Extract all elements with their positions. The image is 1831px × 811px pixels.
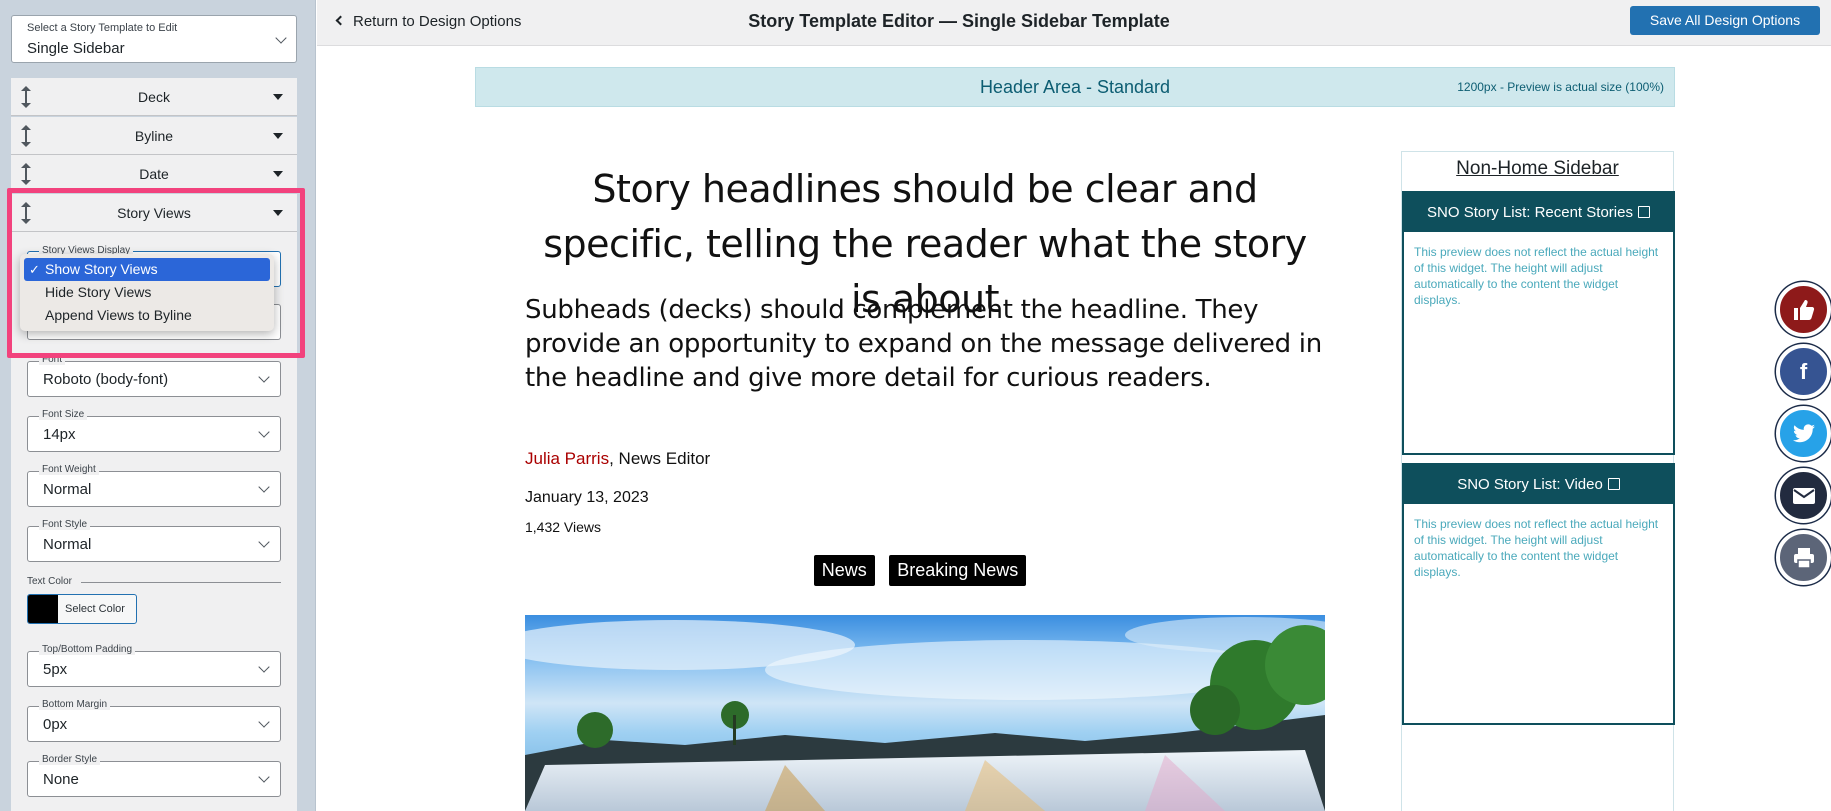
widget-note: This preview does not reflect the actual… — [1414, 517, 1659, 579]
chevron-down-icon — [258, 481, 270, 493]
template-select-label: Select a Story Template to Edit — [27, 22, 178, 34]
bottom-margin-value: 0px — [43, 716, 68, 733]
accordion-deck[interactable]: Deck — [11, 78, 297, 116]
font-size-select[interactable]: Font Size 14px — [27, 409, 281, 452]
author-role: , News Editor — [609, 449, 711, 468]
caret-down-icon — [273, 133, 283, 139]
highlight-frame — [7, 188, 305, 358]
template-select-value: Single Sidebar — [27, 40, 125, 57]
chevron-down-icon — [275, 32, 287, 44]
color-swatch — [28, 595, 58, 623]
border-style-select[interactable]: Border Style None — [27, 754, 281, 797]
external-link-icon[interactable] — [1607, 478, 1620, 490]
widget-title: SNO Story List: Recent Stories — [1427, 204, 1633, 221]
editor-sidebar: Select a Story Template to Edit Single S… — [0, 0, 316, 811]
top-bar: Return to Design Options Story Template … — [317, 0, 1831, 46]
header-area-preview: Header Area - Standard 1200px - Preview … — [475, 67, 1675, 107]
external-link-icon[interactable] — [1637, 206, 1650, 218]
font-weight-value: Normal — [43, 481, 92, 498]
twitter-icon[interactable] — [1776, 406, 1831, 461]
non-home-sidebar: Non-Home Sidebar SNO Story List: Recent … — [1401, 151, 1675, 811]
chevron-down-icon — [258, 661, 270, 673]
select-color-button[interactable]: Select Color — [27, 594, 137, 624]
widget-recent-stories[interactable]: SNO Story List: Recent Stories This prev… — [1402, 191, 1675, 455]
tag-news[interactable]: News — [813, 555, 875, 586]
border-style-label: Border Style — [39, 754, 101, 765]
facebook-icon[interactable]: f — [1776, 344, 1831, 399]
story-byline: Julia Parris, News Editor — [525, 449, 710, 469]
caret-down-icon — [273, 94, 283, 100]
chevron-down-icon — [258, 536, 270, 548]
story-views: 1,432 Views — [525, 519, 602, 535]
chevron-down-icon — [258, 371, 270, 383]
bottom-margin-label: Bottom Margin — [39, 699, 111, 710]
widget-note: This preview does not reflect the actual… — [1414, 245, 1659, 307]
font-weight-select[interactable]: Font Weight Normal — [27, 464, 281, 507]
preview-size-note: 1200px - Preview is actual size (100%) — [1457, 80, 1664, 94]
widget-header[interactable]: SNO Story List: Recent Stories — [1404, 193, 1673, 232]
font-size-label: Font Size — [39, 409, 88, 420]
font-value: Roboto (body-font) — [43, 371, 169, 388]
caret-down-icon — [273, 171, 283, 177]
page-title: Story Template Editor — Single Sidebar T… — [748, 11, 1170, 31]
template-select[interactable]: Select a Story Template to Edit Single S… — [11, 15, 297, 63]
tag-breaking-news[interactable]: Breaking News — [889, 555, 1027, 586]
font-weight-label: Font Weight — [39, 464, 99, 475]
story-featured-image — [525, 615, 1325, 811]
font-select[interactable]: Font Roboto (body-font) — [27, 354, 281, 397]
bottom-margin-select[interactable]: Bottom Margin 0px — [27, 699, 281, 742]
accordion-byline-label: Byline — [134, 128, 174, 144]
envelope-icon[interactable] — [1776, 468, 1831, 523]
top-bottom-padding-label: Top/Bottom Padding — [39, 644, 136, 655]
chevron-down-icon — [258, 716, 270, 728]
story-date: January 13, 2023 — [525, 489, 649, 506]
accordion-deck-label: Deck — [138, 89, 170, 105]
border-style-value: None — [43, 771, 79, 788]
print-icon[interactable] — [1776, 530, 1831, 585]
accordion-date-label: Date — [139, 166, 169, 182]
waterfall-image — [525, 617, 1325, 811]
top-bottom-padding-value: 5px — [43, 661, 68, 678]
widget-video[interactable]: SNO Story List: Video This preview does … — [1402, 463, 1675, 725]
story-deck: Subheads (decks) should complement the h… — [525, 295, 1322, 393]
author-link[interactable]: Julia Parris — [525, 449, 609, 468]
widget-header[interactable]: SNO Story List: Video — [1404, 465, 1673, 504]
top-bottom-padding-select[interactable]: Top/Bottom Padding 5px — [27, 644, 281, 687]
chevron-down-icon — [258, 771, 270, 783]
thumbs-up-icon[interactable] — [1776, 282, 1831, 337]
chevron-down-icon — [258, 426, 270, 438]
font-style-label: Font Style — [39, 519, 91, 530]
select-color-label: Select Color — [65, 603, 125, 615]
font-size-value: 14px — [43, 426, 76, 443]
accordion-byline[interactable]: Byline — [11, 117, 297, 155]
widget-title: SNO Story List: Video — [1457, 476, 1603, 493]
sidebar-title: Non-Home Sidebar — [1456, 158, 1619, 179]
font-style-value: Normal — [43, 536, 92, 553]
save-all-button[interactable]: Save All Design Options — [1630, 6, 1820, 35]
